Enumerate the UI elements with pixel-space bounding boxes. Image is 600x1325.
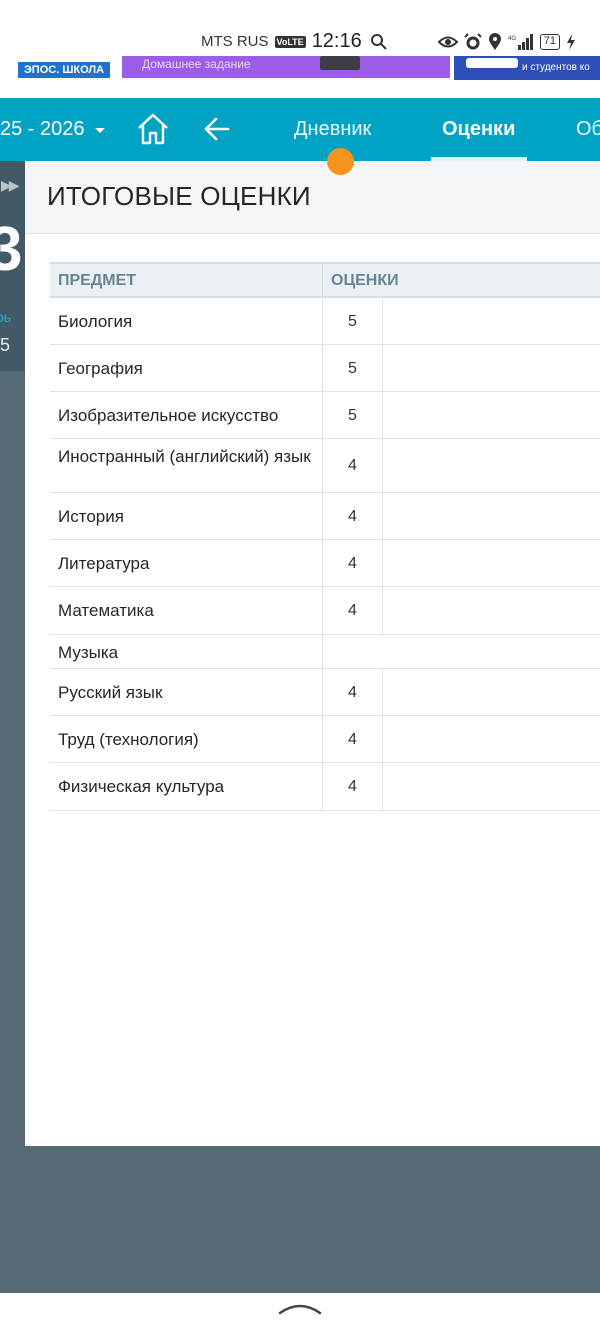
subject-name: Физическая культура (58, 777, 225, 796)
tab-more[interactable]: Об (576, 118, 600, 141)
table-row[interactable]: Труд (технология) 4 (50, 716, 600, 763)
search-icon (370, 33, 388, 51)
side-big-number: 3 (0, 215, 23, 284)
subject-name: Иностранный (английский) язык (58, 447, 311, 466)
column-header-subject: ПРЕДМЕТ (58, 272, 137, 289)
gosuslugi-banner[interactable]: и студентов ко (454, 56, 600, 80)
signal-icon: 4G (508, 33, 534, 51)
subject-name: История (58, 507, 124, 526)
ad-banner[interactable]: ЭПОС. ШКОЛА Домашнее задание и студентов… (0, 56, 600, 98)
homework-banner[interactable]: Домашнее задание (122, 56, 450, 78)
clock: 12:16 (311, 30, 362, 52)
alarm-icon (464, 32, 482, 51)
table-row[interactable]: История 4 (50, 493, 600, 540)
gosuslugi-logo (466, 58, 518, 68)
table-row[interactable]: Физическая культура 4 (50, 763, 600, 811)
grade-value[interactable]: 4 (322, 540, 383, 586)
grade-divider (322, 635, 323, 668)
card-header: ИТОГОВЫЕ ОЦЕНКИ (25, 161, 600, 234)
grades-table: ПРЕДМЕТ ОЦЕНКИ Биология 5 География 5 Из… (50, 262, 600, 811)
chevron-up-icon (278, 1304, 322, 1315)
page-title: ИТОГОВЫЕ ОЦЕНКИ (47, 181, 311, 211)
homework-banner-label: Домашнее задание (142, 57, 251, 71)
grade-value[interactable]: 4 (322, 716, 383, 762)
carrier-name: MTS RUS (201, 33, 269, 50)
home-button[interactable] (136, 112, 170, 146)
tab-diary[interactable]: Дневник (294, 118, 371, 141)
table-row[interactable]: Изобразительное искусство 5 (50, 392, 600, 439)
table-row[interactable]: Математика 4 (50, 587, 600, 635)
grade-value[interactable]: 4 (322, 493, 383, 539)
table-row[interactable]: Иностранный (английский) язык 4 (50, 439, 600, 493)
top-navbar: 25 - 2026 Дневник Оценки Об (0, 98, 600, 161)
table-row[interactable]: Литература 4 (50, 540, 600, 587)
year-label: 25 - 2026 (0, 118, 85, 140)
double-arrow-icon[interactable]: ▶▶ (1, 177, 19, 194)
arrow-left-icon (204, 117, 230, 141)
school-banner-label: ЭПОС. ШКОЛА (18, 62, 110, 78)
side-panel[interactable]: ▶▶ 3 рь 5 (0, 161, 25, 371)
subject-name: Труд (технология) (58, 730, 199, 749)
banner-image (320, 56, 360, 70)
subject-name: Биология (58, 312, 133, 331)
students-banner-label: и студентов ко (522, 62, 590, 73)
notification-dot[interactable] (327, 148, 354, 175)
battery-level: 71 (539, 33, 560, 50)
grade-value[interactable]: 4 (322, 763, 383, 810)
header-divider (322, 264, 323, 298)
grade-value[interactable]: 5 (322, 345, 383, 391)
grade-value[interactable]: 4 (322, 669, 383, 715)
svg-text:4G: 4G (508, 36, 516, 42)
table-row[interactable]: Музыка (50, 635, 600, 669)
column-header-grades: ОЦЕНКИ (331, 272, 399, 289)
grade-value[interactable]: 5 (322, 298, 383, 344)
subject-name: Математика (58, 601, 154, 620)
grade-value[interactable]: 4 (322, 439, 383, 492)
subject-name: Литература (58, 554, 150, 573)
status-bar: MTS RUS VoLTE 12:16 4G 71 (0, 0, 600, 56)
grade-value[interactable]: 4 (322, 587, 383, 634)
table-row[interactable]: География 5 (50, 345, 600, 392)
table-header: ПРЕДМЕТ ОЦЕНКИ (50, 262, 600, 298)
back-button[interactable] (204, 116, 230, 142)
gesture-bar[interactable] (0, 1293, 600, 1325)
chevron-down-icon (94, 128, 105, 133)
location-icon (488, 32, 502, 51)
final-grades-card: ИТОГОВЫЕ ОЦЕНКИ ПРЕДМЕТ ОЦЕНКИ Биология … (25, 161, 600, 1146)
grade-value[interactable]: 5 (322, 392, 383, 438)
volte-badge: VoLTE (274, 35, 306, 48)
eye-icon (437, 35, 458, 49)
subject-name: Русский язык (58, 683, 163, 702)
home-icon (138, 113, 168, 145)
tab-grades[interactable]: Оценки (442, 118, 515, 141)
subject-name: Музыка (58, 643, 119, 662)
side-small-label: рь (0, 309, 12, 325)
year-selector[interactable]: 25 - 2026 (0, 118, 105, 141)
table-row[interactable]: Русский язык 4 (50, 669, 600, 716)
table-row[interactable]: Биология 5 (50, 298, 600, 345)
side-small-number: 5 (0, 335, 11, 355)
subject-name: Изобразительное искусство (58, 406, 279, 425)
subject-name: География (58, 359, 143, 378)
charging-icon (566, 33, 576, 50)
